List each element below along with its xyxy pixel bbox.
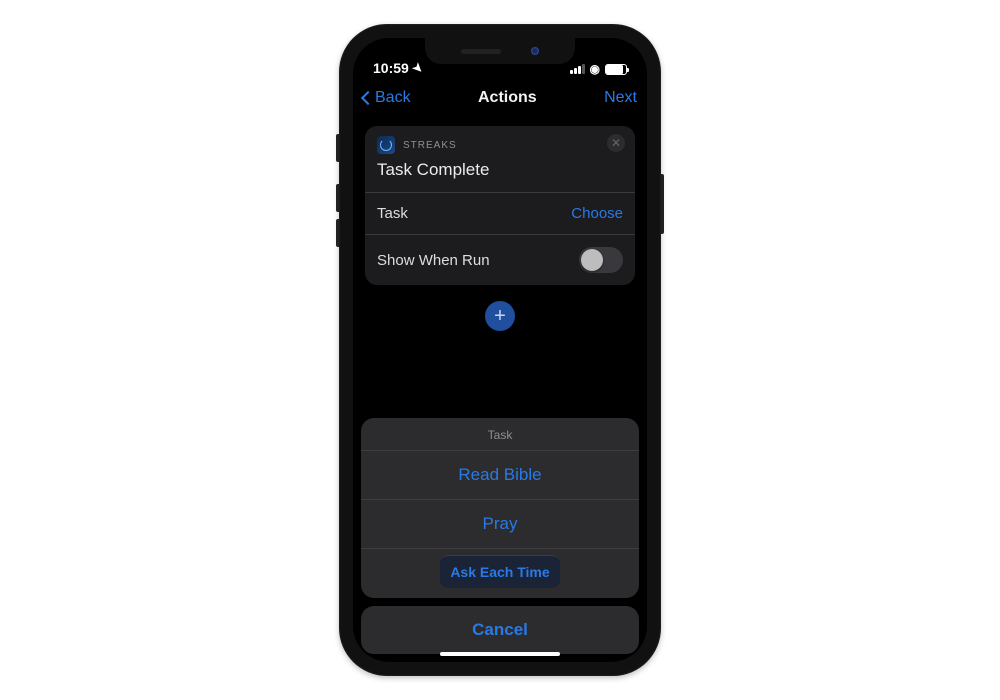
plus-icon: + xyxy=(494,305,506,328)
notch xyxy=(425,38,575,64)
show-when-run-label: Show When Run xyxy=(377,252,490,269)
task-row[interactable]: Task Choose xyxy=(365,192,635,234)
add-action-button[interactable]: + xyxy=(485,301,515,331)
action-title: Task Complete xyxy=(365,158,635,192)
show-when-run-toggle[interactable] xyxy=(579,247,623,273)
remove-action-button[interactable]: ✕ xyxy=(607,134,625,152)
back-button[interactable]: Back xyxy=(363,89,411,107)
screen: 10:59 ➤ ◉ Back Actions Next STREAKS xyxy=(353,38,647,662)
streaks-app-icon xyxy=(377,136,395,154)
sheet-ask-each-time[interactable]: Ask Each Time xyxy=(440,555,560,588)
sheet-cancel-button[interactable]: Cancel xyxy=(361,606,639,654)
next-button[interactable]: Next xyxy=(604,89,637,107)
nav-title: Actions xyxy=(478,89,537,107)
sheet-options-group: Task Read Bible Pray Ask Each Time xyxy=(361,418,639,598)
location-icon: ➤ xyxy=(409,59,426,76)
task-label: Task xyxy=(377,205,408,222)
action-header: STREAKS ✕ xyxy=(365,126,635,158)
nav-bar: Back Actions Next xyxy=(353,78,647,118)
front-camera xyxy=(531,47,539,55)
action-card: STREAKS ✕ Task Complete Task Choose Show… xyxy=(365,126,635,285)
battery-icon xyxy=(605,64,627,75)
sheet-header: Task xyxy=(361,418,639,450)
sheet-option-read-bible[interactable]: Read Bible xyxy=(361,450,639,499)
close-icon: ✕ xyxy=(611,137,621,149)
action-app-name: STREAKS xyxy=(403,140,457,151)
show-when-run-row: Show When Run xyxy=(365,234,635,285)
phone-frame: 10:59 ➤ ◉ Back Actions Next STREAKS xyxy=(339,24,661,676)
speaker-grille xyxy=(461,49,501,54)
wifi-icon: ◉ xyxy=(590,62,600,76)
chevron-left-icon xyxy=(361,91,375,105)
sheet-option-pray[interactable]: Pray xyxy=(361,499,639,548)
cellular-icon xyxy=(570,64,585,74)
back-label: Back xyxy=(375,89,411,107)
status-time: 10:59 xyxy=(373,60,409,76)
home-indicator[interactable] xyxy=(440,652,560,656)
task-choose-value: Choose xyxy=(571,205,623,222)
task-picker-sheet: Task Read Bible Pray Ask Each Time Cance… xyxy=(361,418,639,654)
